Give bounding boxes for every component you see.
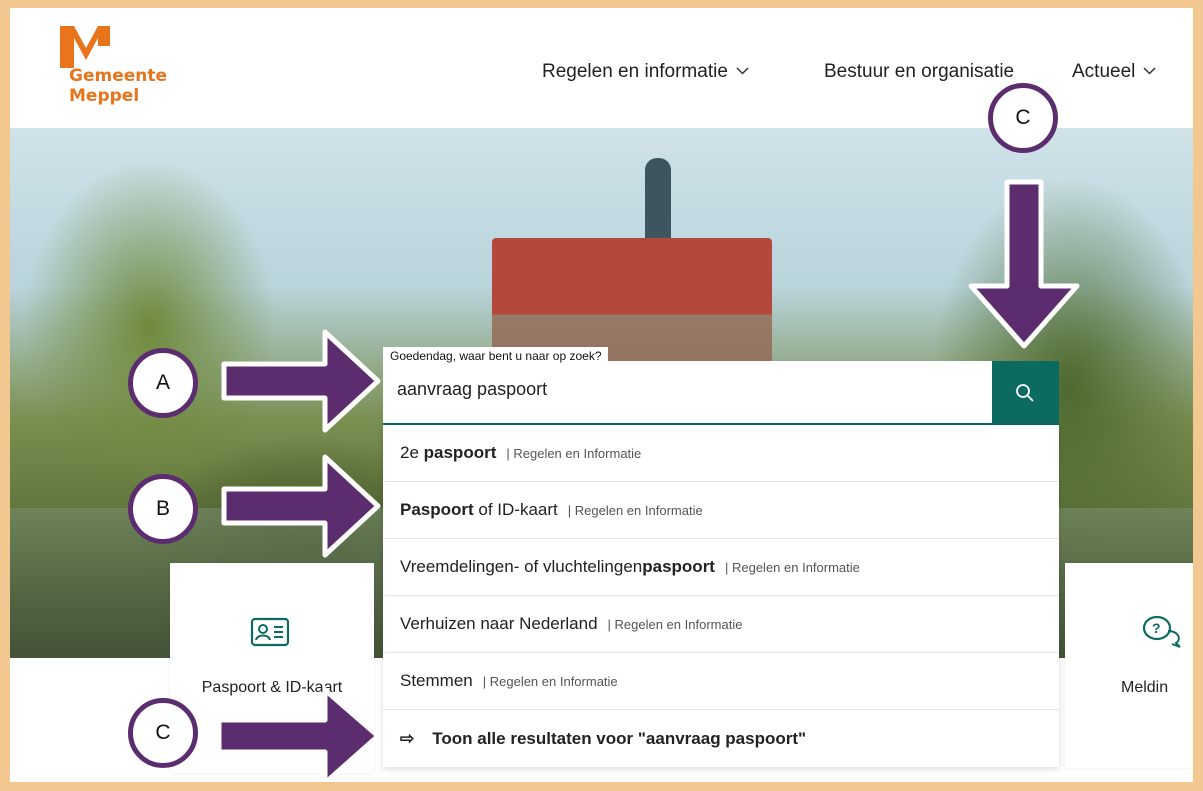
logo-m-icon xyxy=(60,26,110,68)
nav-label: Actueel xyxy=(1072,61,1136,82)
annotation-arrow-c-bottom xyxy=(216,687,381,782)
annotation-badge-c-top: C xyxy=(988,83,1058,153)
annotation-badge-c-bottom: C xyxy=(128,698,198,768)
card-melding[interactable]: ? Meldin xyxy=(1065,563,1193,768)
suggestion-item[interactable]: Vreemdelingen- of vluchtelingen paspoort |… xyxy=(383,539,1059,596)
nav-item-regelen[interactable]: Regelen en informatie xyxy=(542,61,749,83)
page-frame: Gemeente Meppel Regelen en informatie Be… xyxy=(10,8,1193,782)
id-card-icon xyxy=(250,617,290,647)
suggestion-category: | Regelen en Informatie xyxy=(506,445,642,461)
search-button[interactable] xyxy=(992,361,1059,425)
card-label: Meldin xyxy=(1121,679,1169,696)
search-box xyxy=(383,361,1059,425)
suggestion-text-bold: paspoort xyxy=(423,443,497,462)
suggestion-text-pre: 2e xyxy=(400,443,424,462)
suggestion-text-bold: Paspoort xyxy=(400,500,474,519)
suggestion-item[interactable]: Verhuizen naar Nederland | Regelen en Inf… xyxy=(383,596,1059,653)
suggestion-category: | Regelen en Informatie xyxy=(567,502,703,518)
suggestion-category: | Regelen en Informatie xyxy=(724,559,860,575)
chat-question-icon: ? xyxy=(1142,615,1181,648)
annotation-arrow-a xyxy=(221,329,381,433)
nav-item-actueel[interactable]: Actueel xyxy=(1072,61,1156,83)
logo-line1: Gemeente xyxy=(69,66,168,86)
chevron-down-icon xyxy=(736,63,749,78)
suggestion-text-pre: Verhuizen naar Nederland xyxy=(400,614,598,633)
nav-item-bestuur[interactable]: Bestuur en organisatie xyxy=(824,61,1014,83)
show-all-results-link[interactable]: ⇨ Toon alle resultaten voor "aanvraag pas… xyxy=(383,710,1059,767)
nav-label: Bestuur en organisatie xyxy=(824,61,1015,82)
svg-text:?: ? xyxy=(1152,620,1161,636)
show-all-label: Toon alle resultaten voor "aanvraag pasp… xyxy=(432,728,807,748)
logo-text: Gemeente Meppel xyxy=(69,66,167,106)
arrow-right-icon: ⇨ xyxy=(400,728,415,748)
logo-line2: Meppel xyxy=(69,86,140,106)
suggestion-item[interactable]: Stemmen | Regelen en Informatie xyxy=(383,653,1059,710)
annotation-badge-b: B xyxy=(128,474,198,544)
suggestion-text-pre: Vreemdelingen- of vluchtelingen xyxy=(400,557,643,576)
annotation-badge-a: A xyxy=(128,348,198,418)
search-icon xyxy=(1016,384,1034,402)
suggestion-item[interactable]: Paspoort of ID-kaart | Regelen en Informa… xyxy=(383,482,1059,539)
suggestion-item[interactable]: 2e paspoort | Regelen en Informatie xyxy=(383,425,1059,482)
suggestion-text-bold: paspoort xyxy=(642,557,715,576)
nav-label: Regelen en informatie xyxy=(542,61,728,82)
chevron-down-icon xyxy=(1143,63,1156,78)
suggestion-category: | Regelen en Informatie xyxy=(607,616,743,632)
search-label: Goedendag, waar bent u naar op zoek? xyxy=(383,347,608,366)
annotation-arrow-c-top xyxy=(968,179,1080,349)
search-input[interactable] xyxy=(397,379,977,400)
annotation-arrow-b xyxy=(221,454,381,558)
search-suggestions: 2e paspoort | Regelen en Informatie Paspo… xyxy=(383,425,1059,767)
suggestion-text-post: of ID-kaart xyxy=(473,500,558,519)
suggestion-category: | Regelen en Informatie xyxy=(482,673,618,689)
suggestion-text-pre: Stemmen xyxy=(400,671,473,690)
